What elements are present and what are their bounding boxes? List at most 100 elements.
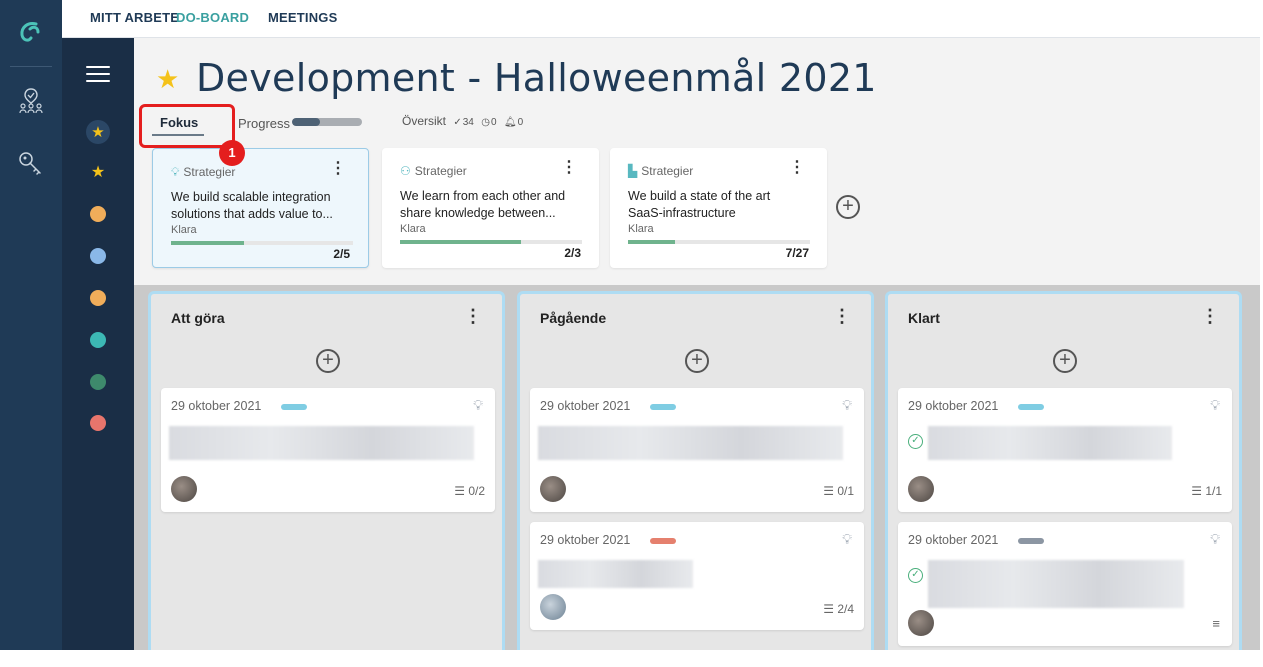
strategy-text: We learn from each other and share knowl… <box>400 189 566 220</box>
card-title-blurred <box>928 426 1172 460</box>
checklist-icon: ☰ <box>823 602 834 616</box>
strategy-count: 2/3 <box>564 246 581 260</box>
board-dot-teal[interactable] <box>90 332 106 348</box>
avatar <box>171 476 197 502</box>
app-logo-icon[interactable] <box>16 18 44 46</box>
bulb-icon: 💡︎ <box>842 397 852 413</box>
strategy-progress-bar <box>628 240 810 244</box>
nav-do-board[interactable]: DO-BOARD <box>176 10 249 25</box>
checklist-count: ☰ 0/2 <box>454 484 485 498</box>
card-date: 29 oktober 2021 <box>908 399 999 413</box>
strategy-category: ▙ Strategier <box>628 164 694 178</box>
add-card-button[interactable]: + <box>685 349 709 373</box>
card-tag <box>1018 404 1044 410</box>
strategy-menu-icon[interactable]: ⋮ <box>561 160 577 176</box>
board-dot-blue[interactable] <box>90 248 106 264</box>
board-dot-green[interactable] <box>90 374 106 390</box>
top-navigation: MITT ARBETE DO-BOARD MEETINGS <box>62 0 1260 38</box>
avatar <box>908 476 934 502</box>
card-date: 29 oktober 2021 <box>908 533 999 547</box>
rail-divider <box>10 66 52 67</box>
step-badge: 1 <box>219 140 245 166</box>
completed-check-icon: ✓ <box>908 434 923 449</box>
bulb-icon: 💡︎ <box>1210 397 1220 413</box>
task-card[interactable]: 29 oktober 2021 💡︎ ☰ 0/1 <box>530 388 864 512</box>
strategy-progress-bar <box>400 240 582 244</box>
column-title: Klart <box>908 310 940 326</box>
strategy-card[interactable]: ⚇ Strategier ⋮ We learn from each other a… <box>382 148 599 268</box>
strategy-menu-icon[interactable]: ⋮ <box>330 161 346 177</box>
strategy-menu-icon[interactable]: ⋮ <box>789 160 805 176</box>
card-date: 29 oktober 2021 <box>540 533 631 547</box>
board-progress-bar <box>292 118 362 126</box>
tab-progress[interactable]: Progress <box>238 116 290 131</box>
strategy-card[interactable]: ▙ Strategier ⋮ We build a state of the ar… <box>610 148 827 268</box>
card-tag <box>281 404 307 410</box>
strategy-status: Klara <box>400 223 426 235</box>
card-title-blurred <box>928 560 1184 608</box>
card-tag <box>1018 538 1044 544</box>
nav-mitt-arbete[interactable]: MITT ARBETE <box>90 10 179 25</box>
task-card[interactable]: 29 oktober 2021 💡︎ ☰ 0/2 <box>161 388 495 512</box>
bulb-icon: 💡︎ <box>473 397 483 413</box>
avatar <box>540 594 566 620</box>
strategy-text: We build a state of the art SaaS-infrast… <box>628 189 771 220</box>
team-goals-icon[interactable] <box>17 86 45 114</box>
avatar <box>540 476 566 502</box>
column-title: Att göra <box>171 310 225 326</box>
bulb-icon: 💡︎ <box>171 165 180 179</box>
column-menu-icon[interactable]: ⋮ <box>1201 306 1219 327</box>
checklist-count: ☰ 2/4 <box>823 602 854 616</box>
card-title-blurred <box>538 426 843 460</box>
strategy-category: 💡︎ Strategier <box>171 165 236 179</box>
people-icon: ⚇ <box>400 164 411 178</box>
favorite-star-icon[interactable]: ★ <box>156 64 179 95</box>
task-card[interactable]: 29 oktober 2021 💡︎ ☰ 2/4 <box>530 522 864 630</box>
strategy-count: 7/27 <box>785 246 809 260</box>
card-date: 29 oktober 2021 <box>171 399 262 413</box>
favorite-board-star-icon[interactable]: ★ <box>86 120 110 144</box>
board-sidebar: ★ ★ <box>62 38 134 650</box>
checklist-count: ☰ 0/1 <box>823 484 854 498</box>
nav-meetings[interactable]: MEETINGS <box>268 10 338 25</box>
strategy-card[interactable]: 💡︎ Strategier ⋮ We build scalable integra… <box>152 148 369 268</box>
task-card[interactable]: 29 oktober 2021 💡︎ ✓ ☰ 1/1 <box>898 388 1232 512</box>
strategy-text: We build scalable integration solutions … <box>171 190 333 221</box>
task-card[interactable]: 29 oktober 2021 💡︎ ✓ ≡ <box>898 522 1232 646</box>
card-tag <box>650 404 676 410</box>
clock-icon: ◷ <box>481 117 490 128</box>
add-strategy-button[interactable]: + <box>836 195 860 219</box>
board-dot-orange-2[interactable] <box>90 290 106 306</box>
strategy-status: Klara <box>628 223 654 235</box>
column-menu-icon[interactable]: ⋮ <box>833 306 851 327</box>
column-att-gora: Att göra ⋮ + 29 oktober 2021 💡︎ ☰ 0/2 <box>148 291 505 650</box>
app-rail <box>0 0 62 650</box>
column-menu-icon[interactable]: ⋮ <box>464 306 482 327</box>
done-check-icon: ✓ <box>453 117 462 128</box>
strategy-count: 2/5 <box>333 247 350 261</box>
alert-count: 0 <box>517 117 524 128</box>
overview-summary[interactable]: Översikt ✓34 ◷0 🔔︎0 <box>402 114 523 128</box>
checklist-icon: ☰ <box>454 484 465 498</box>
strategy-progress-bar <box>171 241 353 245</box>
board-dot-red[interactable] <box>90 415 106 431</box>
board-star-icon[interactable]: ★ <box>90 165 106 181</box>
time-count: 0 <box>490 117 497 128</box>
card-tag <box>650 538 676 544</box>
hamburger-menu-icon[interactable] <box>86 66 110 86</box>
strategy-category: ⚇ Strategier <box>400 164 467 178</box>
add-card-button[interactable]: + <box>316 349 340 373</box>
highlight-annotation <box>139 104 235 148</box>
key-icon[interactable] <box>17 150 45 178</box>
checklist-icon: ☰ <box>1191 484 1202 498</box>
column-pagaende: Pågående ⋮ + 29 oktober 2021 💡︎ ☰ 0/1 29… <box>517 291 874 650</box>
column-klart: Klart ⋮ + 29 oktober 2021 💡︎ ✓ ☰ 1/1 29 … <box>885 291 1242 650</box>
avatar <box>908 610 934 636</box>
bulb-icon: 💡︎ <box>1210 531 1220 547</box>
add-card-button[interactable]: + <box>1053 349 1077 373</box>
board-dot-orange[interactable] <box>90 206 106 222</box>
completed-check-icon: ✓ <box>908 568 923 583</box>
card-date: 29 oktober 2021 <box>540 399 631 413</box>
overview-label: Översikt <box>402 114 447 128</box>
strategy-status: Klara <box>171 224 197 236</box>
